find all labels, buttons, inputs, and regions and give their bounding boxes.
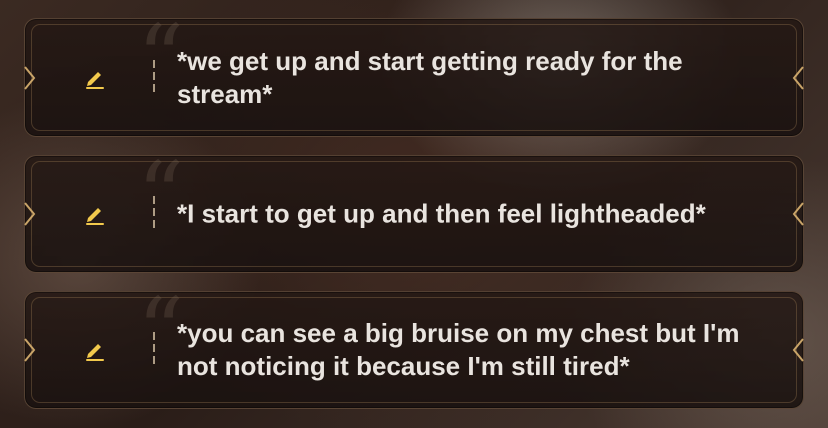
divider (153, 59, 155, 96)
divider (153, 332, 155, 368)
message-text: *we get up and start getting ready for t… (177, 45, 683, 109)
right-ornament-icon (792, 202, 804, 226)
left-ornament-icon (24, 202, 36, 226)
left-ornament-icon (24, 338, 36, 362)
right-ornament-icon (792, 338, 804, 362)
edit-message-button[interactable] (81, 200, 109, 228)
message-text: *you can see a big bruise on my chest bu… (177, 318, 740, 381)
message-text: *I start to get up and then feel lighthe… (177, 198, 706, 229)
right-ornament-icon (792, 65, 804, 90)
message-card[interactable]: “ *we get up and start getting ready for… (24, 13, 804, 137)
edit-message-button[interactable] (81, 64, 109, 92)
pencil-icon (86, 344, 104, 361)
divider (153, 196, 155, 232)
pencil-icon (86, 71, 104, 89)
edit-message-button[interactable] (81, 336, 109, 364)
pencil-icon (86, 208, 104, 225)
left-ornament-icon (24, 65, 36, 90)
message-card[interactable]: “ *you can see a big bruise on my chest … (24, 286, 804, 409)
message-card[interactable]: “ *I start to get up and then feel light… (24, 150, 804, 273)
